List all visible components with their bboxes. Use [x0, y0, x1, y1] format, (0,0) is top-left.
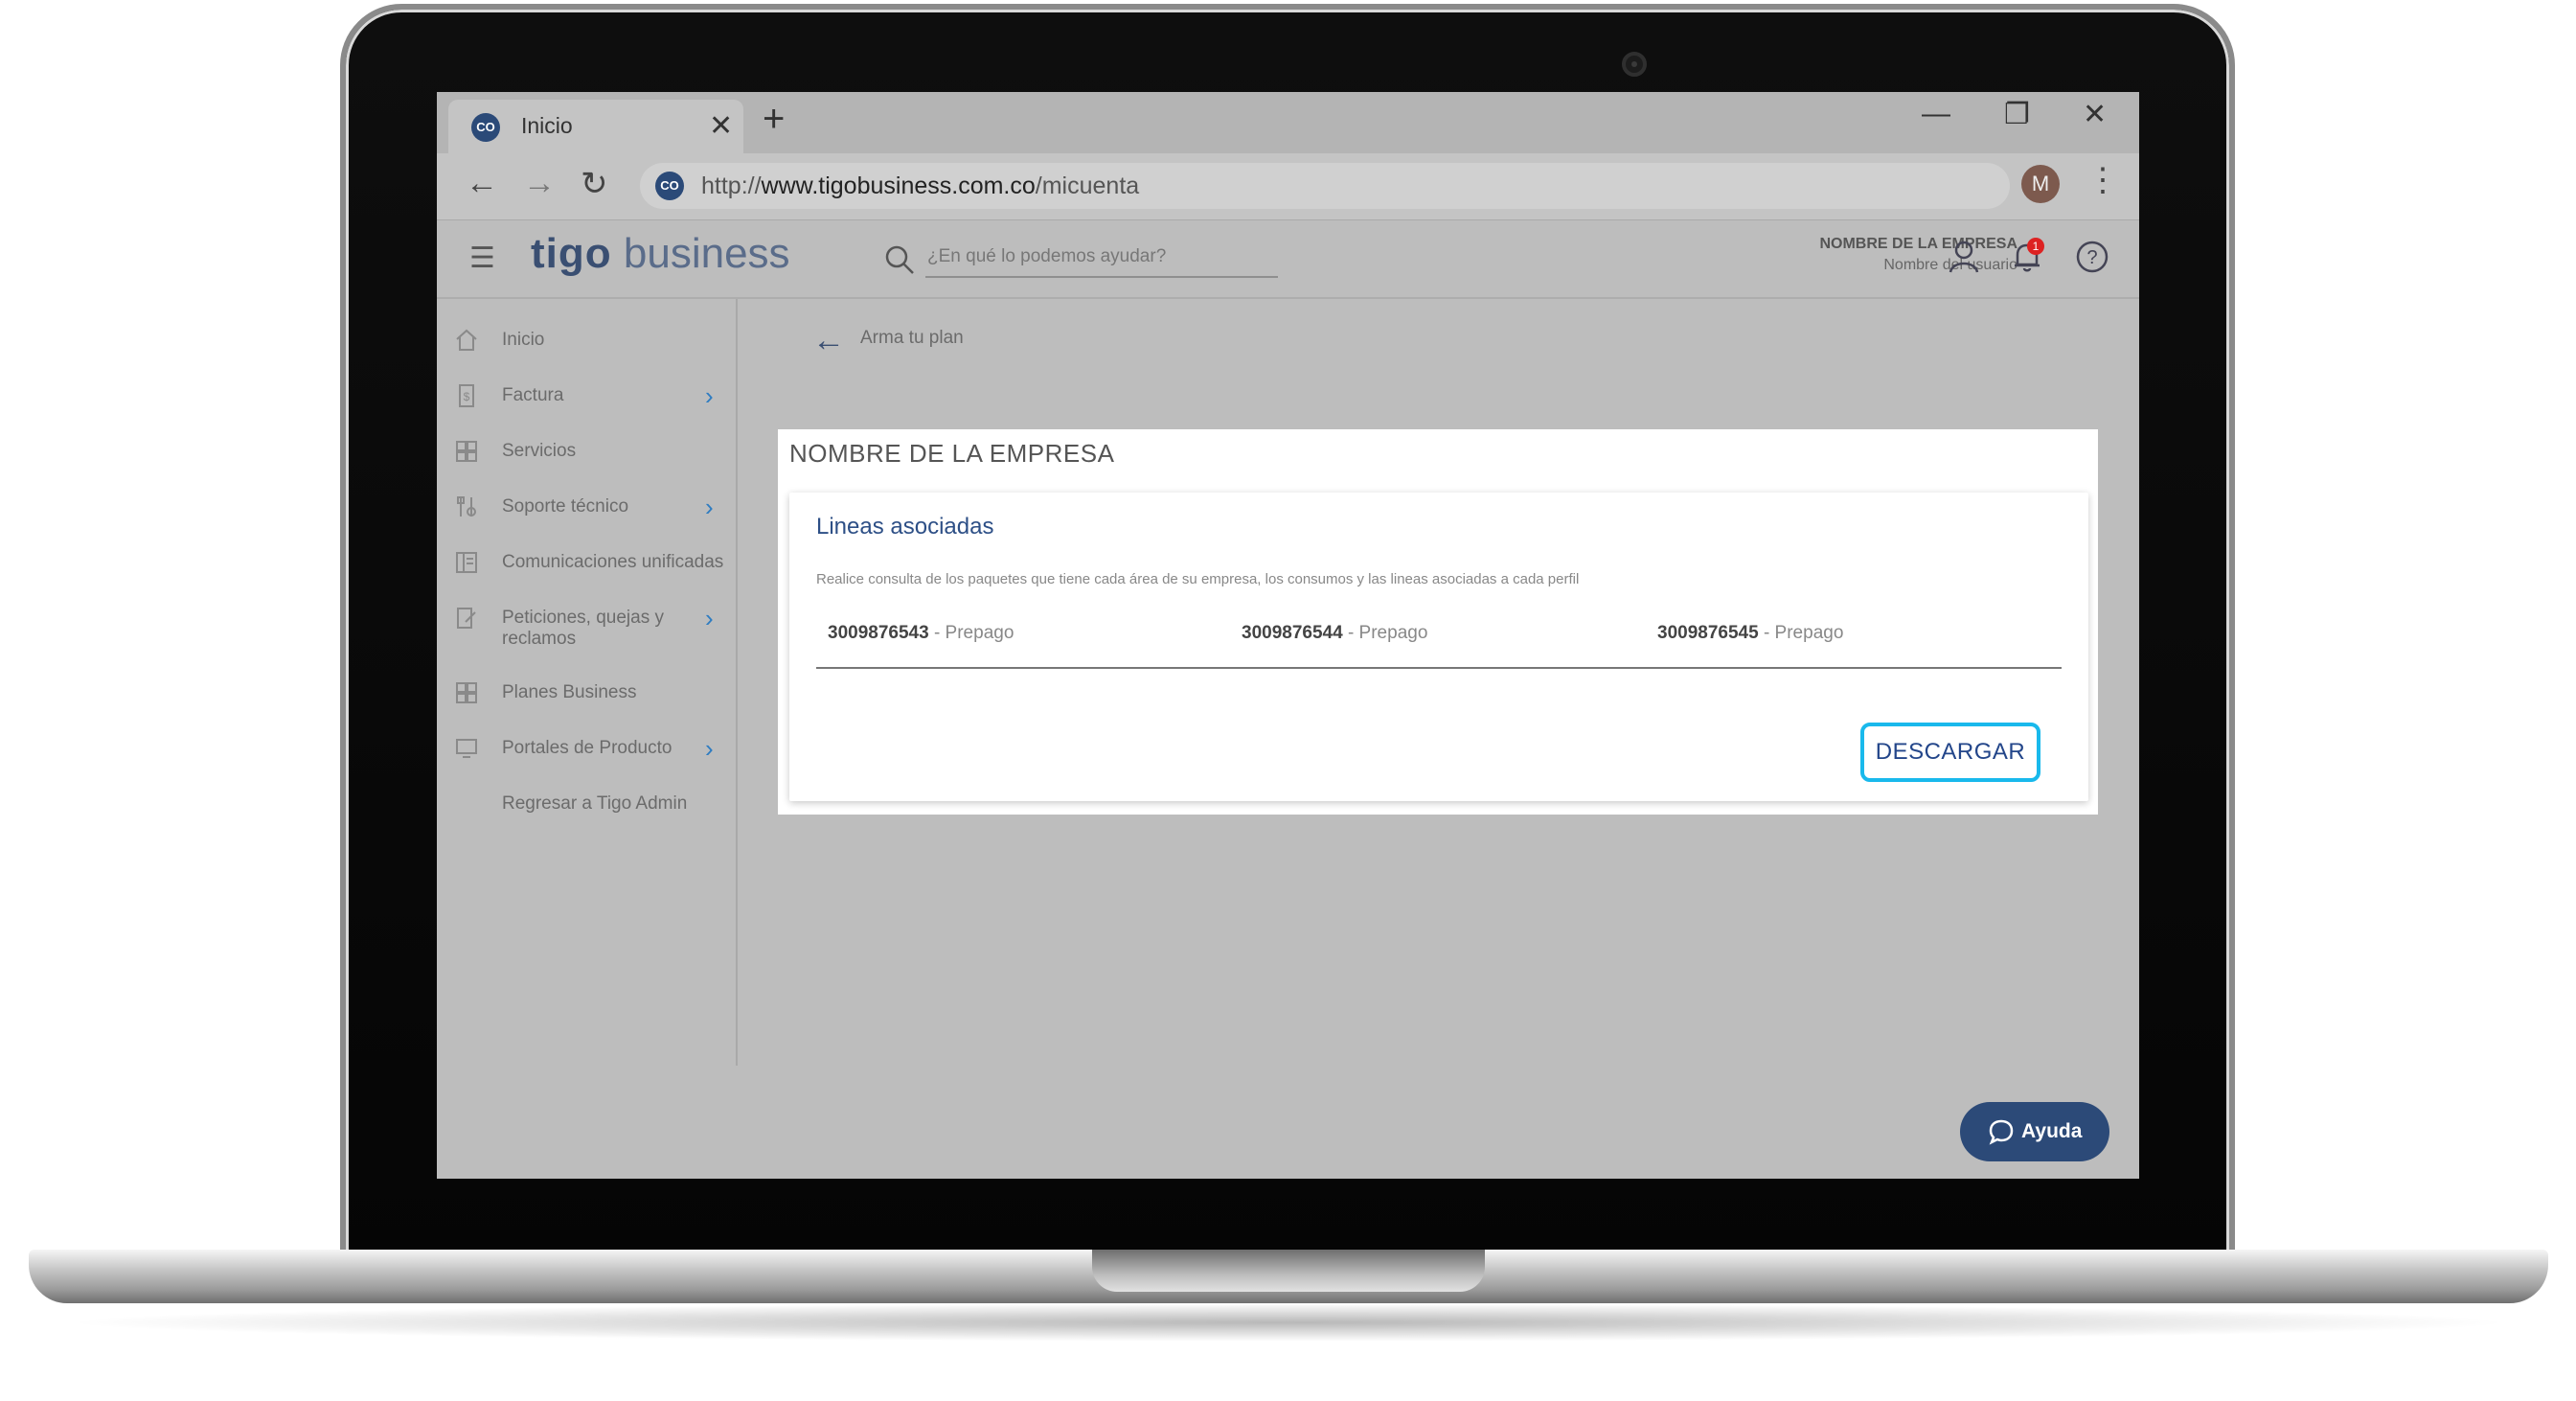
help-label: Ayuda [2021, 1120, 2083, 1142]
home-icon [456, 329, 477, 351]
svg-text:?: ? [2086, 247, 2097, 268]
app-header: ☰ tigo business NOMBRE DE LA EMPRESA Nom… [437, 220, 2139, 299]
card-description: Realice consulta de los paquetes que tie… [816, 571, 1580, 587]
user-icon[interactable] [1945, 238, 1983, 276]
laptop-notch [1092, 1250, 1485, 1292]
tab-close-icon[interactable]: ✕ [709, 109, 733, 143]
back-link-label[interactable]: Arma tu plan [860, 328, 964, 349]
url-text: http://www.tigobusiness.com.co/micuenta [701, 172, 1140, 199]
lineas-card: Lineas asociadas Realice consulta de los… [789, 493, 2088, 801]
grid-icon [456, 682, 477, 703]
window-close-icon[interactable]: ✕ [2083, 98, 2107, 131]
grid-icon [456, 441, 477, 462]
sidebar: Inicio $ Factura › Servicios Soporte téc… [437, 299, 738, 1066]
sidebar-item-comunicaciones[interactable]: Comunicaciones unificadas [454, 546, 732, 585]
browser-tab[interactable]: CO Inicio ✕ [448, 100, 743, 153]
restore-icon[interactable]: ❐ [2004, 98, 2030, 131]
hamburger-menu-icon[interactable]: ☰ [469, 241, 495, 275]
search-input[interactable] [925, 238, 1278, 278]
chevron-right-icon: › [705, 493, 714, 521]
line-item: 3009876545 - Prepago [1657, 623, 1844, 643]
webcam [1622, 52, 1647, 77]
laptop-shadow [57, 1303, 2519, 1342]
forward-arrow-icon[interactable]: → [523, 165, 556, 202]
svg-text:$: $ [464, 390, 470, 403]
download-button[interactable]: DESCARGAR [1860, 723, 2040, 782]
phone-book-icon [456, 552, 477, 573]
search-icon [885, 245, 914, 274]
back-arrow-icon[interactable]: ← [812, 322, 845, 359]
notification-badge: 1 [2027, 238, 2044, 255]
chevron-right-icon: › [705, 734, 714, 763]
sidebar-item-soporte[interactable]: Soporte técnico › [454, 491, 732, 529]
profile-avatar[interactable]: M [2021, 165, 2060, 203]
tigo-business-logo[interactable]: tigo business [531, 230, 790, 278]
browser-menu-icon[interactable]: ⋮ [2086, 161, 2119, 199]
tools-icon [457, 496, 476, 517]
chevron-right-icon: › [705, 381, 714, 410]
tab-favicon-icon: CO [471, 113, 500, 142]
reload-icon[interactable]: ↻ [581, 165, 608, 203]
sidebar-item-factura[interactable]: $ Factura › [454, 379, 732, 418]
sidebar-item-inicio[interactable]: Inicio [454, 324, 732, 362]
sidebar-item-regresar[interactable]: Regresar a Tigo Admin [454, 788, 732, 826]
site-favicon-icon: CO [655, 172, 684, 200]
lines-divider [816, 667, 2062, 669]
sidebar-item-portales[interactable]: Portales de Producto › [454, 732, 732, 770]
sidebar-item-planes-business[interactable]: Planes Business [454, 677, 732, 715]
minimize-icon[interactable]: — [1922, 98, 1950, 130]
address-bar[interactable]: CO http://www.tigobusiness.com.co/micuen… [640, 163, 2010, 209]
help-chat-button[interactable]: Ayuda [1960, 1102, 2109, 1161]
tab-title: Inicio [521, 113, 573, 138]
sidebar-item-peticiones[interactable]: Peticiones, quejas y reclamos › [454, 602, 732, 655]
new-tab-plus-icon[interactable]: + [763, 98, 785, 141]
back-arrow-icon[interactable]: ← [466, 165, 498, 202]
company-panel: NOMBRE DE LA EMPRESA Lineas asociadas Re… [778, 429, 2098, 815]
invoice-icon: $ [459, 384, 474, 407]
line-item: 3009876543 - Prepago [828, 623, 1014, 643]
chat-bubble-icon [1989, 1119, 2014, 1145]
chevron-right-icon: › [705, 604, 714, 632]
line-item: 3009876544 - Prepago [1242, 623, 1428, 643]
browser-toolbar: ← → ↻ CO http://www.tigobusiness.com.co/… [437, 153, 2139, 220]
monitor-icon [456, 739, 477, 758]
browser-tab-bar: CO Inicio ✕ + — ❐ ✕ [437, 92, 2139, 153]
sidebar-item-servicios[interactable]: Servicios [454, 435, 732, 473]
document-edit-icon [457, 608, 476, 629]
panel-title: NOMBRE DE LA EMPRESA [789, 439, 1115, 468]
help-question-icon[interactable]: ? [2073, 238, 2111, 276]
card-title: Lineas asociadas [816, 514, 994, 540]
screen: CO Inicio ✕ + — ❐ ✕ ← → ↻ CO http://www.… [437, 92, 2139, 1179]
